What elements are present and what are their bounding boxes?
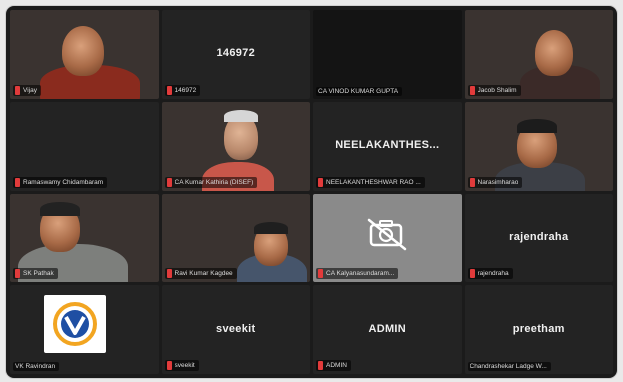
participant-nameplate: Narasimharao [467, 176, 523, 188]
participant-tile[interactable]: VK Ravindran [10, 285, 159, 374]
participant-name: 146972 [174, 86, 197, 94]
participant-nameplate: SK Pathak [13, 268, 58, 280]
mic-muted-icon [469, 269, 475, 279]
participant-tile[interactable]: rajendraha rajendraha [464, 193, 613, 283]
participant-nameplate: VK Ravindran [13, 362, 60, 371]
participant-tile[interactable]: Ramaswamy Chidambaram [10, 101, 159, 191]
participant-nameplate: CA Kumar Kathiria (DISEF) [164, 176, 258, 188]
participant-video [223, 109, 258, 122]
participant-display-name: sveekit [216, 322, 256, 335]
participant-tile[interactable]: SK Pathak [10, 193, 159, 283]
participant-name: Chandrashekar Ladge W... [469, 363, 547, 370]
logo-icon [53, 302, 97, 347]
mic-muted-icon [166, 85, 172, 95]
participant-tile[interactable]: CA VINOD KUMAR GUPTA [313, 10, 462, 99]
participant-display-name: ADMIN [368, 322, 407, 335]
participant-tile[interactable]: CA Kalyanasundaram... [313, 193, 462, 283]
participant-nameplate: Jacob Shalim [467, 84, 521, 96]
participant-video [516, 118, 557, 133]
participant-tile[interactable]: CA Kumar Kathiria (DISEF) [161, 101, 310, 191]
participant-video [534, 30, 573, 76]
participant-nameplate: NEELAKANTHESHWAR RAO ... [316, 176, 425, 188]
mic-muted-icon [469, 177, 475, 187]
participant-nameplate: 146972 [164, 84, 201, 96]
mic-muted-icon [318, 361, 323, 370]
participant-name: Vijay [23, 86, 37, 94]
camera-off-icon [368, 219, 407, 251]
mic-muted-icon [166, 269, 172, 279]
mic-muted-icon [318, 269, 323, 279]
participant-grid: Vijay 146972 146972 CA VINOD KUMAR GUPTA… [10, 10, 613, 374]
participant-logo [44, 295, 106, 354]
mic-muted-icon [15, 85, 20, 95]
participant-video [253, 221, 288, 234]
mic-muted-icon [15, 177, 20, 187]
participant-name: rajendraha [477, 270, 509, 278]
participant-name: Narasimharao [477, 178, 519, 186]
participant-video [40, 201, 80, 216]
participant-nameplate: rajendraha [467, 268, 513, 280]
participant-tile[interactable]: 146972 146972 [161, 10, 310, 99]
participant-display-name: NEELAKANTHES... [335, 138, 440, 151]
mic-muted-icon [318, 177, 323, 187]
participant-name: Ramaswamy Chidambaram [23, 178, 104, 186]
participant-nameplate: Ramaswamy Chidambaram [13, 176, 108, 188]
participant-nameplate: Chandrashekar Ladge W... [467, 362, 551, 371]
participant-tile[interactable]: Vijay [10, 10, 159, 99]
participant-tile[interactable]: sveekit sveekit [161, 285, 310, 374]
participant-tile[interactable]: preetham Chandrashekar Ladge W... [464, 285, 613, 374]
participant-video [62, 26, 104, 76]
participant-nameplate: Vijay [13, 84, 41, 96]
participant-display-name: preetham [512, 322, 565, 335]
participant-name: ADMIN [326, 362, 347, 369]
participant-name: CA VINOD KUMAR GUPTA [318, 87, 399, 95]
participant-name: SK Pathak [23, 270, 54, 278]
participant-tile[interactable]: Narasimharao [464, 101, 613, 191]
participant-name: VK Ravindran [15, 363, 56, 370]
participant-nameplate: ADMIN [316, 360, 351, 371]
participant-tile[interactable]: ADMIN ADMIN [313, 285, 462, 374]
participant-name: Jacob Shalim [477, 86, 517, 94]
participant-name: sveekit [174, 362, 195, 369]
participant-nameplate: Ravi Kumar Kagdee [164, 268, 237, 280]
participant-tile[interactable]: NEELAKANTHES... NEELAKANTHESHWAR RAO ... [313, 101, 462, 191]
participant-display-name: 146972 [216, 47, 255, 60]
participant-tile[interactable]: Ravi Kumar Kagdee [161, 193, 310, 283]
participant-name: Ravi Kumar Kagdee [174, 270, 233, 278]
mic-muted-icon [166, 361, 172, 370]
mic-muted-icon [15, 269, 20, 279]
participant-name: CA Kalyanasundaram... [326, 270, 395, 278]
participant-name: CA Kumar Kathiria (DISEF) [174, 178, 254, 186]
video-call-window: Vijay 146972 146972 CA VINOD KUMAR GUPTA… [6, 6, 617, 378]
mic-muted-icon [469, 85, 475, 95]
participant-nameplate: CA VINOD KUMAR GUPTA [316, 86, 403, 96]
participant-nameplate: CA Kalyanasundaram... [316, 268, 399, 280]
participant-tile[interactable]: Jacob Shalim [464, 10, 613, 99]
participant-name: NEELAKANTHESHWAR RAO ... [326, 178, 421, 186]
participant-nameplate: sveekit [164, 360, 199, 371]
participant-display-name: rajendraha [509, 230, 569, 243]
mic-muted-icon [166, 177, 172, 187]
